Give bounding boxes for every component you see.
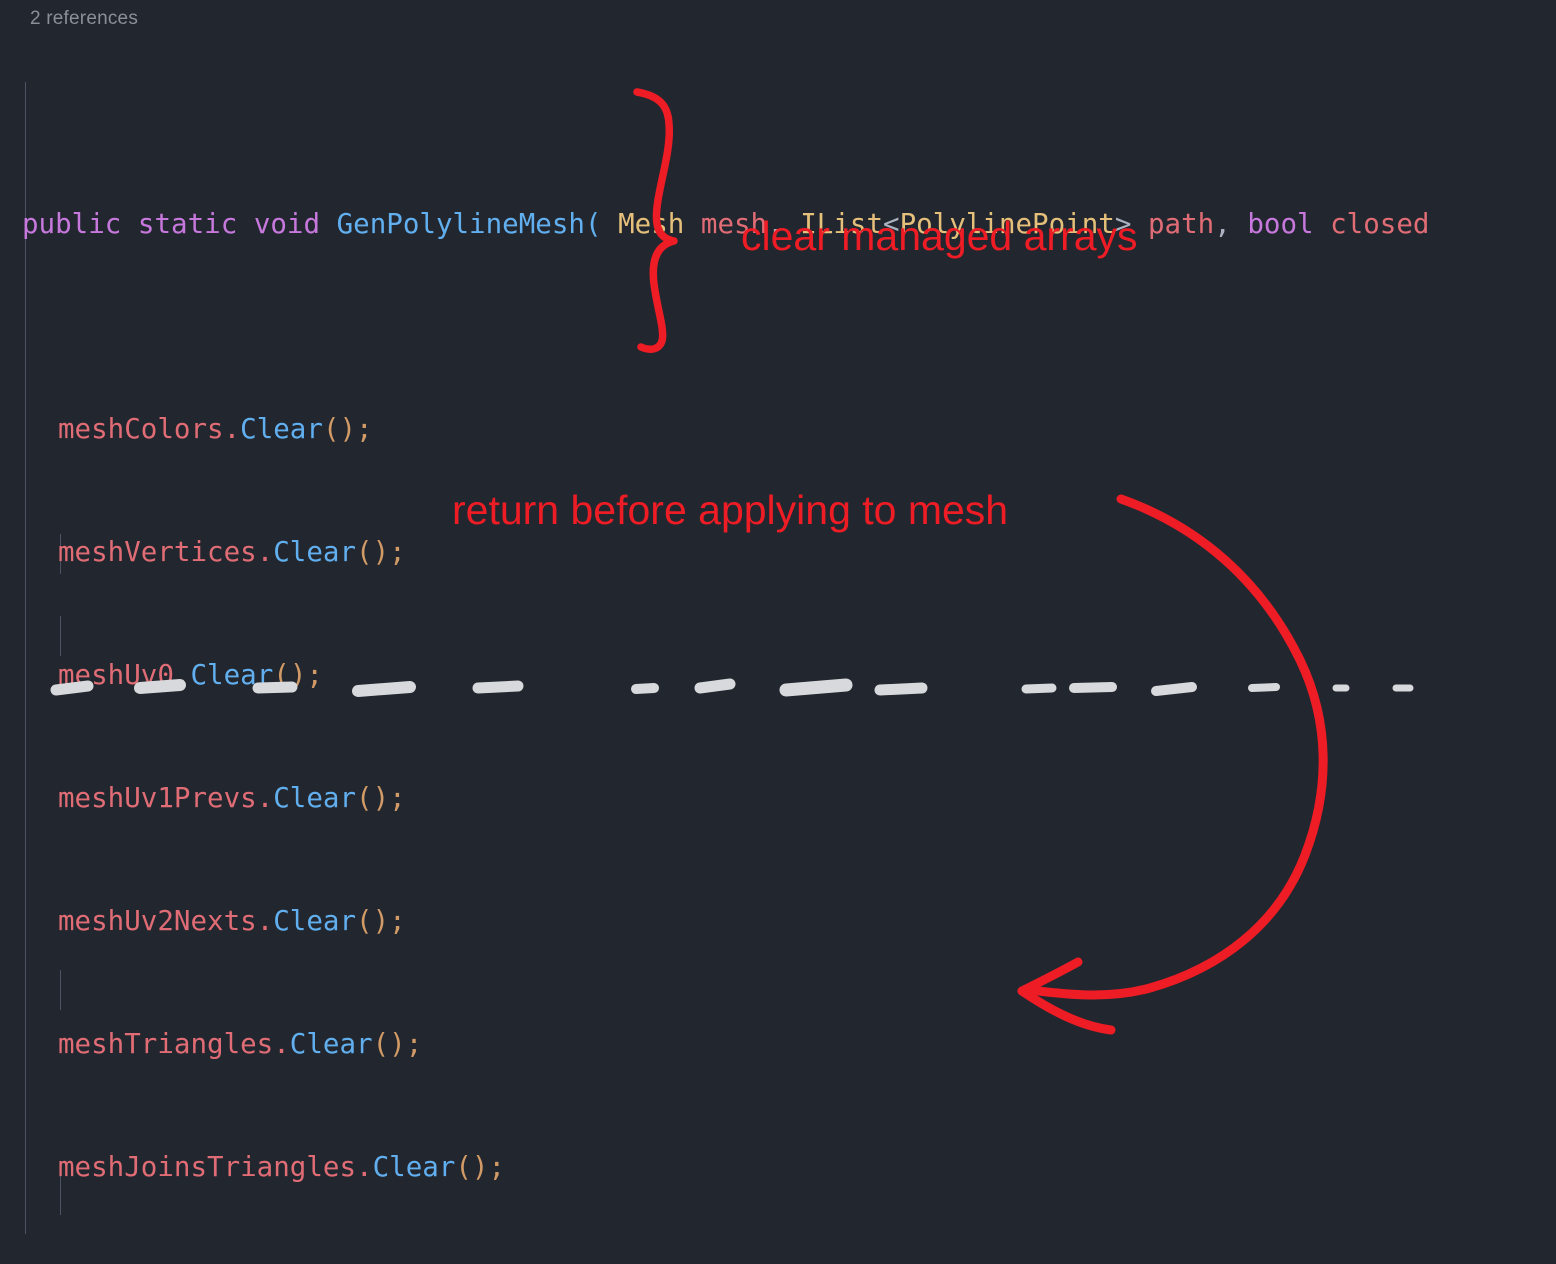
method-clear: Clear xyxy=(273,782,357,814)
dot: . xyxy=(223,413,241,445)
dot: . xyxy=(256,905,274,937)
param-path: path xyxy=(1147,208,1215,240)
dot: . xyxy=(273,1028,290,1060)
annotation-label-clear-managed-arrays: clear managed arrays xyxy=(741,213,1138,259)
method-clear: Clear xyxy=(289,1028,373,1060)
paren-open: ( xyxy=(584,208,602,240)
call-parens: (); xyxy=(455,1151,506,1183)
method-clear: Clear xyxy=(273,905,357,937)
annotation-label-return-before-applying: return before applying to mesh xyxy=(452,487,1009,533)
method-clear: Clear xyxy=(190,659,274,691)
target-meshuv1prevs: meshUv1Prevs xyxy=(58,782,257,814)
code-line-clear-6: meshJoinsTriangles.Clear(); xyxy=(0,1147,1556,1188)
keyword-public: public xyxy=(22,208,122,240)
code-line-clear-2: meshUv0.Clear(); xyxy=(0,655,1556,696)
method-clear: Clear xyxy=(372,1151,456,1183)
dot: . xyxy=(173,659,191,691)
keyword-void: void xyxy=(253,208,321,240)
codelens-references[interactable]: 2 references xyxy=(30,8,138,30)
keyword-bool: bool xyxy=(1247,208,1314,240)
code-line-clear-0: meshColors.Clear(); xyxy=(0,409,1556,450)
code-line-clear-1: meshVertices.Clear(); xyxy=(0,532,1556,573)
dot: . xyxy=(256,782,274,814)
method-name-genpolylinemesh: GenPolylineMesh xyxy=(336,208,585,240)
call-parens: (); xyxy=(322,413,373,445)
target-meshuv2nexts: meshUv2Nexts xyxy=(58,905,257,937)
target-meshtriangles: meshTriangles xyxy=(58,1028,274,1060)
call-parens: (); xyxy=(372,1028,423,1060)
target-meshjoinstriangles: meshJoinsTriangles xyxy=(58,1151,357,1183)
code-line-clear-3: meshUv1Prevs.Clear(); xyxy=(0,778,1556,819)
call-parens: (); xyxy=(356,536,406,568)
method-clear: Clear xyxy=(240,413,323,445)
keyword-static: static xyxy=(137,208,238,240)
target-meshuv0: meshUv0 xyxy=(58,659,174,691)
code-line-clear-4: meshUv2Nexts.Clear(); xyxy=(0,901,1556,942)
dot: . xyxy=(256,536,274,568)
param-closed: closed xyxy=(1330,208,1430,240)
dot: . xyxy=(356,1151,373,1183)
code-line-clear-5: meshTriangles.Clear(); xyxy=(0,1024,1556,1065)
comma-2: , xyxy=(1214,208,1231,240)
target-meshcolors: meshColors xyxy=(58,413,224,445)
code-editor-screenshot: 2 references public static void GenPolyl… xyxy=(0,0,1556,1264)
method-clear: Clear xyxy=(273,536,357,568)
call-parens: (); xyxy=(273,659,323,691)
call-parens: (); xyxy=(356,782,406,814)
type-mesh: Mesh xyxy=(618,208,685,240)
call-parens: (); xyxy=(356,905,406,937)
target-meshvertices: meshVertices xyxy=(58,536,257,568)
